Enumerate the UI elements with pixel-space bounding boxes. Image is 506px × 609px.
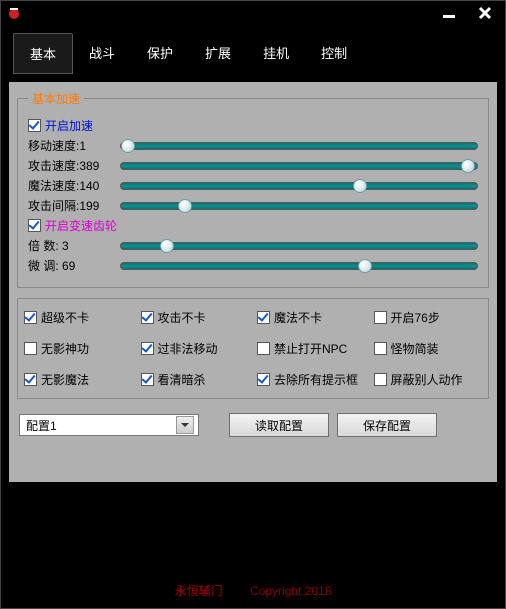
footer: 永恒辅门 Copyright 2018 (0, 582, 506, 599)
checkbox-10[interactable] (257, 373, 270, 386)
checkbox-9[interactable] (141, 373, 154, 386)
check-item-11[interactable]: 屏蔽别人动作 (374, 371, 483, 388)
tab-0[interactable]: 基本 (13, 33, 73, 74)
slider1-label-3: 攻击间隔:199 (28, 197, 114, 214)
panel-basic: 基本加速 开启加速 移动速度:1 攻击速度:389 魔法速度:140 攻击间隔:199… (9, 82, 497, 482)
check-item-2[interactable]: 魔法不卡 (257, 309, 366, 326)
checks-grid: 超级不卡 攻击不卡 魔法不卡 开启76步无影神功 过非法移动 禁止打开NPC 怪物简装无影魔… (17, 298, 489, 399)
checkbox-enable-accel[interactable] (28, 119, 41, 132)
checkbox-11[interactable] (374, 373, 387, 386)
slider2-slider-1[interactable] (120, 262, 478, 270)
check-item-5[interactable]: 过非法移动 (141, 340, 250, 357)
slider1-row-3: 攻击间隔:199 (28, 197, 478, 214)
check-item-10[interactable]: 去除所有提示框 (257, 371, 366, 388)
bottom-controls: 配置1 读取配置 保存配置 (17, 413, 489, 437)
slider2-thumb-0[interactable] (160, 239, 174, 253)
slider1-row-0: 移动速度:1 (28, 137, 478, 154)
label-enable-gear: 开启变速齿轮 (45, 217, 117, 234)
row-enable-accel: 开启加速 (28, 117, 478, 134)
app-icon (7, 6, 21, 20)
close-button[interactable] (467, 2, 503, 24)
row-enable-gear: 开启变速齿轮 (28, 217, 478, 234)
slider1-row-2: 魔法速度:140 (28, 177, 478, 194)
slider1-label-1: 攻击速度:389 (28, 157, 114, 174)
window-controls (431, 2, 503, 24)
footer-brand: 永恒辅门 (175, 584, 223, 598)
tabbar: 基本战斗保护扩展挂机控制 (9, 29, 497, 82)
slider1-thumb-1[interactable] (461, 159, 475, 173)
tab-4[interactable]: 挂机 (247, 33, 305, 74)
slider2-thumb-1[interactable] (358, 259, 372, 273)
check-item-0[interactable]: 超级不卡 (24, 309, 133, 326)
check-label-0: 超级不卡 (41, 309, 89, 326)
save-config-button[interactable]: 保存配置 (337, 413, 437, 437)
checkbox-1[interactable] (141, 311, 154, 324)
check-label-3: 开启76步 (391, 309, 440, 326)
chevron-down-icon (176, 416, 194, 434)
slider2-row-1: 微 调: 69 (28, 257, 478, 274)
checkbox-5[interactable] (141, 342, 154, 355)
check-label-4: 无影神功 (41, 340, 89, 357)
check-label-7: 怪物简装 (391, 340, 439, 357)
check-item-1[interactable]: 攻击不卡 (141, 309, 250, 326)
group-title: 基本加速 (28, 90, 84, 107)
slider2-label-1: 微 调: 69 (28, 257, 114, 274)
checkbox-6[interactable] (257, 342, 270, 355)
combo-value: 配置1 (26, 417, 57, 434)
slider1-thumb-2[interactable] (353, 179, 367, 193)
check-item-7[interactable]: 怪物简装 (374, 340, 483, 357)
check-label-11: 屏蔽别人动作 (391, 371, 463, 388)
checkbox-3[interactable] (374, 311, 387, 324)
slider2-slider-0[interactable] (120, 242, 478, 250)
config-combo[interactable]: 配置1 (19, 414, 199, 436)
check-label-10: 去除所有提示框 (274, 371, 358, 388)
check-item-8[interactable]: 无影魔法 (24, 371, 133, 388)
check-label-9: 看清暗杀 (158, 371, 206, 388)
slider1-slider-1[interactable] (120, 162, 478, 170)
checkbox-enable-gear[interactable] (28, 219, 41, 232)
footer-copyright: Copyright 2018 (250, 584, 331, 598)
check-item-9[interactable]: 看清暗杀 (141, 371, 250, 388)
slider1-thumb-3[interactable] (178, 199, 192, 213)
group-basic-accel: 基本加速 开启加速 移动速度:1 攻击速度:389 魔法速度:140 攻击间隔:199… (17, 90, 489, 288)
check-item-6[interactable]: 禁止打开NPC (257, 340, 366, 357)
slider1-slider-2[interactable] (120, 182, 478, 190)
check-label-2: 魔法不卡 (274, 309, 322, 326)
slider2-label-0: 倍 数: 3 (28, 237, 114, 254)
slider1-row-1: 攻击速度:389 (28, 157, 478, 174)
slider1-thumb-0[interactable] (121, 139, 135, 153)
checkbox-8[interactable] (24, 373, 37, 386)
slider1-slider-3[interactable] (120, 202, 478, 210)
check-label-5: 过非法移动 (158, 340, 218, 357)
check-item-3[interactable]: 开启76步 (374, 309, 483, 326)
tab-5[interactable]: 控制 (305, 33, 363, 74)
content-area: 基本战斗保护扩展挂机控制 基本加速 开启加速 移动速度:1 攻击速度:389 魔法速… (9, 29, 497, 482)
checkbox-2[interactable] (257, 311, 270, 324)
slider2-row-0: 倍 数: 3 (28, 237, 478, 254)
slider1-label-2: 魔法速度:140 (28, 177, 114, 194)
tab-3[interactable]: 扩展 (189, 33, 247, 74)
tab-2[interactable]: 保护 (131, 33, 189, 74)
check-label-8: 无影魔法 (41, 371, 89, 388)
minimize-button[interactable] (431, 2, 467, 24)
load-config-button[interactable]: 读取配置 (229, 413, 329, 437)
check-item-4[interactable]: 无影神功 (24, 340, 133, 357)
tab-1[interactable]: 战斗 (73, 33, 131, 74)
slider1-label-0: 移动速度:1 (28, 137, 114, 154)
checkbox-4[interactable] (24, 342, 37, 355)
label-enable-accel: 开启加速 (45, 117, 93, 134)
check-label-1: 攻击不卡 (158, 309, 206, 326)
checkbox-0[interactable] (24, 311, 37, 324)
checkbox-7[interactable] (374, 342, 387, 355)
titlebar (1, 1, 505, 25)
slider1-slider-0[interactable] (120, 142, 478, 150)
check-label-6: 禁止打开NPC (274, 340, 347, 357)
